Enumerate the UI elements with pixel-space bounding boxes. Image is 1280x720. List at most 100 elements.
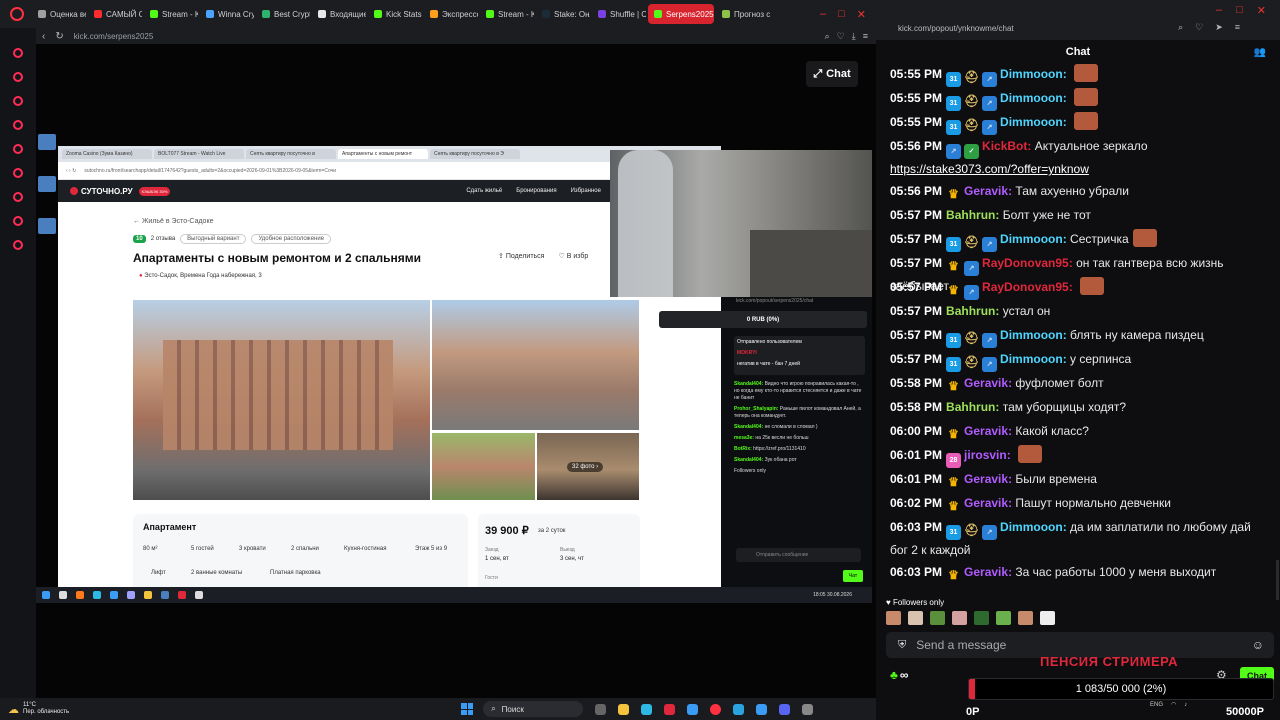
media-icon[interactable] bbox=[802, 703, 814, 715]
message-username[interactable]: Bahhrun: bbox=[946, 304, 999, 318]
message-username[interactable]: Geravik: bbox=[964, 424, 1012, 438]
emote[interactable] bbox=[886, 611, 901, 625]
message-username[interactable]: Geravik: bbox=[964, 472, 1012, 486]
chat-message[interactable]: 05:56 PM ♛ Geravik: Там ахуенно убрали bbox=[890, 181, 1265, 202]
wifi-icon[interactable]: ◠ bbox=[1171, 701, 1176, 708]
chat-message[interactable]: 06:02 PM ♛ Geravik: Пашут нормально девчен… bbox=[890, 493, 1265, 514]
chat-message[interactable]: 05:57 PM Bahhrun: Болт уже не тот bbox=[890, 205, 1265, 225]
emote[interactable] bbox=[1018, 611, 1033, 625]
close-icon[interactable]: ✕ bbox=[857, 8, 866, 21]
app-icon[interactable] bbox=[756, 703, 768, 715]
message-username[interactable]: Geravik: bbox=[964, 376, 1012, 390]
sidebar-icon[interactable] bbox=[13, 168, 23, 178]
message-username[interactable]: Dimmooon: bbox=[1000, 328, 1067, 342]
message-username[interactable]: jirosvin: bbox=[964, 448, 1011, 462]
message-username[interactable]: Bahhrun: bbox=[946, 400, 999, 414]
emote[interactable] bbox=[974, 611, 989, 625]
message-username[interactable]: Dimmooon: bbox=[1000, 115, 1067, 129]
chat-message[interactable]: 06:01 PM 28 jirosvin: bbox=[890, 445, 1265, 468]
yandex-icon[interactable] bbox=[664, 703, 676, 715]
chat-scrollbar[interactable] bbox=[1276, 560, 1279, 600]
message-link[interactable]: https://stake3073.com/?offer=ynknow bbox=[890, 162, 1089, 176]
chat-message[interactable]: 05:57 PM Bahhrun: устал он bbox=[890, 301, 1265, 321]
browser-tab[interactable]: Входящие bbox=[312, 4, 366, 24]
chat-message[interactable]: 06:01 PM ♛ Geravik: Были времена bbox=[890, 469, 1265, 490]
message-username[interactable]: Dimmooon: bbox=[1000, 67, 1067, 81]
taskbar-search[interactable]: ⌕ Поиск bbox=[483, 701, 584, 717]
message-username[interactable]: Dimmooon: bbox=[1000, 232, 1067, 246]
emote[interactable] bbox=[996, 611, 1011, 625]
menu-icon[interactable]: ≡ bbox=[863, 31, 868, 42]
minimize-icon[interactable]: – bbox=[820, 8, 826, 21]
sidebar-icon[interactable] bbox=[13, 192, 23, 202]
sidebar-icon[interactable] bbox=[13, 72, 23, 82]
windows-start-icon[interactable] bbox=[461, 703, 474, 715]
task-view-icon[interactable] bbox=[595, 703, 607, 715]
weather-widget[interactable]: ☁ 11°C Пер. облачность bbox=[0, 702, 69, 716]
sidebar-icon[interactable] bbox=[13, 144, 23, 154]
explorer-icon[interactable] bbox=[618, 703, 630, 715]
browser-tab[interactable]: Kick Stats, I bbox=[368, 4, 422, 24]
chat-message[interactable]: 05:55 PM 31 ⛑ ↗ Dimmooon: bbox=[890, 88, 1265, 111]
chat-message[interactable]: 05:58 PM ♛ Geravik: фуфломет болт bbox=[890, 373, 1265, 394]
message-username[interactable]: Geravik: bbox=[964, 496, 1012, 510]
chat-message[interactable]: 05:55 PM 31 ⛑ ↗ Dimmooon: bbox=[890, 112, 1265, 135]
message-username[interactable]: Bahhrun: bbox=[946, 208, 999, 222]
chat-message[interactable]: 06:03 PM 31 ⛑ ↗ Dimmooon: да им заплатили по… bbox=[890, 517, 1265, 560]
message-username[interactable]: KickBot: bbox=[982, 139, 1031, 153]
chat-message[interactable]: 05:57 PM 31 ⛑ ↗ Dimmooon: блять ну камера пи… bbox=[890, 325, 1265, 348]
browser-tab[interactable]: Оценка вес bbox=[32, 4, 86, 24]
browser-tab[interactable]: Stake: Онлг bbox=[536, 4, 590, 24]
chat-message[interactable]: 06:00 PM ♛ Geravik: Какой класс? bbox=[890, 421, 1265, 442]
browser-tab[interactable]: Shuffle | Cr bbox=[592, 4, 646, 24]
popout-url[interactable]: kick.com/popout/ynknowme/chat bbox=[898, 24, 1014, 33]
browser-tab[interactable]: Stream - Ki bbox=[480, 4, 534, 24]
chat-message[interactable]: 05:57 PM ♛ ↗ RayDonovan95: bbox=[890, 277, 1265, 300]
browser-tab[interactable]: Прогноз с bbox=[716, 4, 770, 24]
browser-tab[interactable]: Winna Cryp bbox=[200, 4, 254, 24]
close-icon[interactable]: ✕ bbox=[1257, 4, 1266, 17]
chat-message[interactable]: 06:03 PM ♛ Geravik: За час работы 1000 у м… bbox=[890, 562, 1265, 583]
chat-message[interactable]: 05:55 PM 31 ⛑ ↗ Dimmooon: bbox=[890, 64, 1265, 87]
sidebar-icon[interactable] bbox=[13, 216, 23, 226]
chat-message[interactable]: 05:56 PM ↗ ✓ KickBot: Актуальное зеркало htt… bbox=[890, 136, 1265, 179]
message-username[interactable]: Dimmooon: bbox=[1000, 352, 1067, 366]
emoji-icon[interactable]: ☺ bbox=[1252, 638, 1274, 652]
browser-tab[interactable]: Best Crypto bbox=[256, 4, 310, 24]
minimize-icon[interactable]: – bbox=[1216, 4, 1222, 17]
message-username[interactable]: Dimmooon: bbox=[1000, 520, 1067, 534]
url-field[interactable]: kick.com/serpens2025 bbox=[74, 32, 154, 41]
users-icon[interactable]: 👥 bbox=[1254, 47, 1266, 58]
message-username[interactable]: RayDonovan95: bbox=[982, 280, 1073, 294]
chat-messages[interactable]: 05:55 PM 31 ⛑ ↗ Dimmooon: 05:55 PM 31 ⛑ ↗ Dimmoo… bbox=[890, 64, 1280, 594]
message-input[interactable] bbox=[916, 638, 1237, 652]
sidebar-icon[interactable] bbox=[13, 96, 23, 106]
volume-icon[interactable]: ♪ bbox=[1184, 702, 1187, 708]
chrome-icon[interactable] bbox=[641, 703, 653, 715]
message-username[interactable]: Geravik: bbox=[964, 565, 1012, 579]
download-icon[interactable]: ⤓ bbox=[852, 31, 856, 42]
reload-icon[interactable]: ↻ bbox=[55, 31, 63, 42]
browser-tab[interactable]: Экспрессо bbox=[424, 4, 478, 24]
discord-icon[interactable] bbox=[779, 703, 791, 715]
browser-tab[interactable]: САМЫЙ СТ bbox=[88, 4, 142, 24]
maximize-icon[interactable]: □ bbox=[1236, 4, 1243, 17]
kick-points[interactable]: ♣ ∞ bbox=[890, 668, 908, 682]
chat-message[interactable]: 05:57 PM 31 ⛑ ↗ Dimmooon: Сестричка bbox=[890, 229, 1265, 252]
tray-language[interactable]: ENG bbox=[1150, 702, 1163, 708]
browser-tab[interactable]: Serpens2025 Strean bbox=[648, 4, 714, 24]
message-username[interactable]: Geravik: bbox=[964, 184, 1012, 198]
sidebar-icon[interactable] bbox=[13, 48, 23, 58]
search-icon[interactable]: ⌕ bbox=[1178, 22, 1183, 33]
search-icon[interactable]: ⌕ bbox=[825, 31, 830, 42]
share-icon[interactable]: ➤ bbox=[1215, 22, 1223, 33]
message-username[interactable]: RayDonovan95: bbox=[982, 256, 1073, 270]
menu-icon[interactable]: ≡ bbox=[1235, 22, 1240, 33]
chat-toggle-button[interactable]: ⤢ Chat bbox=[806, 61, 858, 87]
message-username[interactable]: Dimmooon: bbox=[1000, 91, 1067, 105]
emote[interactable] bbox=[952, 611, 967, 625]
bookmark-icon[interactable]: ♡ bbox=[837, 31, 845, 42]
back-icon[interactable]: ‹ bbox=[42, 31, 45, 42]
emote[interactable] bbox=[1040, 611, 1055, 625]
maximize-icon[interactable]: □ bbox=[838, 8, 845, 21]
